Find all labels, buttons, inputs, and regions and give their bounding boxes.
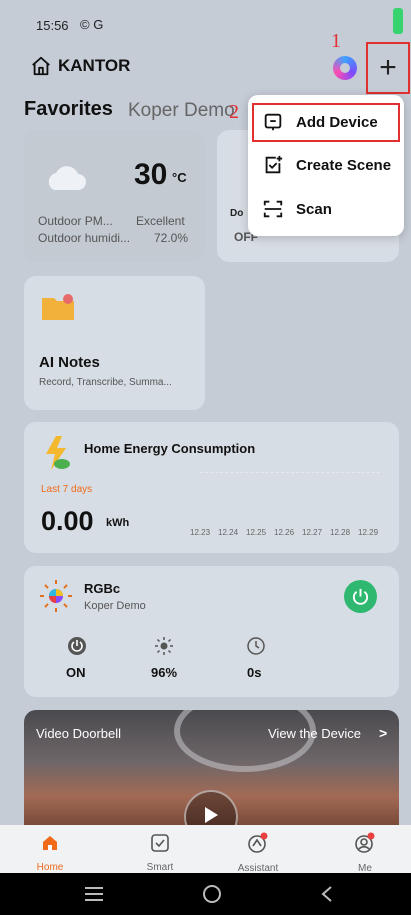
temperature-unit: °C [172, 170, 187, 185]
energy-date-label: 12.23 [190, 528, 211, 537]
menu-scan[interactable]: Scan [248, 191, 404, 227]
nav-assistant[interactable]: Assistant [218, 825, 298, 874]
nav-smart[interactable]: Smart [120, 825, 200, 873]
add-button[interactable]: + [366, 42, 410, 94]
menu-add-device-label: Add Device [296, 113, 378, 131]
annotation-2: 2 [229, 101, 239, 123]
power-icon [352, 588, 369, 605]
rgb-bulb-icon [40, 580, 72, 612]
ai-notes-card[interactable]: AI Notes Record, Transcribe, Summa... [24, 276, 205, 410]
tab-favorites[interactable]: Favorites [24, 98, 113, 121]
system-nav-bar [0, 873, 411, 915]
energy-icon [46, 436, 70, 470]
status-time: 15:56 [36, 18, 69, 33]
humidity-label: Outdoor humidi... [38, 231, 131, 245]
recents-icon[interactable] [84, 886, 104, 902]
humidity-value: 72.0% [154, 231, 189, 245]
video-title: Video Doorbell [36, 726, 122, 741]
brightness-icon [155, 637, 173, 655]
rgb-device-room: Koper Demo [84, 600, 146, 612]
view-device-link[interactable]: View the Device [268, 726, 361, 741]
menu-scan-label: Scan [296, 200, 332, 218]
menu-add-device[interactable]: Add Device [248, 104, 404, 140]
power-status-icon [68, 637, 86, 655]
annotation-1: 1 [331, 30, 341, 52]
energy-date-label: 12.24 [218, 528, 239, 537]
weather-card[interactable]: 30 °C Outdoor PM... Excellent Outdoor hu… [24, 130, 205, 262]
temperature-value: 30 [134, 158, 168, 191]
assistant-logo-icon[interactable] [333, 56, 357, 80]
profile-nav-icon [355, 832, 375, 853]
back-icon[interactable] [320, 885, 334, 903]
energy-period: Last 7 days [41, 484, 93, 495]
tab-koper-demo[interactable]: Koper Demo [128, 100, 235, 122]
energy-title: Home Energy Consumption [84, 441, 256, 456]
energy-date-label: 12.28 [330, 528, 351, 537]
battery-icon [393, 8, 403, 34]
timer-icon [247, 637, 265, 655]
stat-power-value: ON [66, 665, 86, 680]
energy-date-label: 12.25 [246, 528, 267, 537]
stat-timer-value: 0s [247, 665, 262, 680]
assistant-nav-icon [248, 832, 268, 853]
menu-create-scene[interactable]: Create Scene [248, 147, 404, 183]
status-bar: 15:56 © G [0, 0, 411, 50]
rgb-device-card[interactable]: RGBc Koper Demo ON 96% 0s [24, 566, 399, 697]
nav-me[interactable]: Me [325, 825, 405, 874]
smart-nav-icon [151, 834, 169, 852]
energy-baseline [200, 472, 380, 473]
bottom-nav: Home Smart Assistant Me [0, 825, 411, 874]
play-button[interactable] [184, 790, 238, 825]
energy-date-axis: 12.23 12.24 12.25 12.26 12.27 12.28 12.29 [190, 528, 390, 540]
play-icon [205, 807, 218, 823]
energy-value: 0.00 [41, 506, 94, 536]
pm-value: Excellent [136, 214, 185, 228]
home-title[interactable]: KANTOR [58, 56, 130, 76]
energy-card[interactable]: Home Energy Consumption Last 7 days 0.00… [24, 422, 399, 553]
energy-date-label: 12.29 [358, 528, 379, 537]
energy-unit: kWh [106, 517, 130, 529]
pm-label: Outdoor PM... [38, 214, 113, 228]
stat-brightness-value: 96% [151, 665, 178, 680]
nav-home-label: Home [36, 862, 64, 873]
cloud-icon [48, 166, 86, 190]
menu-create-scene-label: Create Scene [296, 156, 392, 174]
folder-icon [42, 294, 74, 320]
ai-notes-title: AI Notes [39, 354, 100, 371]
home-icon[interactable] [30, 55, 52, 77]
nav-home[interactable]: Home [10, 825, 90, 873]
chevron-right-icon: > [379, 725, 388, 741]
ceiling-light [174, 710, 316, 772]
ai-notes-desc: Record, Transcribe, Summa... [39, 377, 172, 388]
energy-date-label: 12.27 [302, 528, 323, 537]
home-button-icon[interactable] [202, 884, 222, 904]
nav-smart-label: Smart [146, 862, 174, 873]
energy-date-label: 12.26 [274, 528, 295, 537]
status-icons: © G [80, 17, 104, 32]
scan-icon [263, 200, 283, 218]
rgb-power-button[interactable] [344, 580, 377, 613]
rgb-device-name: RGBc [84, 581, 121, 596]
add-menu: Add Device Create Scene Scan [248, 95, 404, 236]
video-doorbell-card[interactable]: Video Doorbell View the Device > [24, 710, 399, 825]
add-device-icon [264, 113, 282, 131]
home-nav-icon [43, 836, 57, 850]
door-label: Do [230, 208, 244, 219]
create-scene-icon [265, 155, 283, 174]
